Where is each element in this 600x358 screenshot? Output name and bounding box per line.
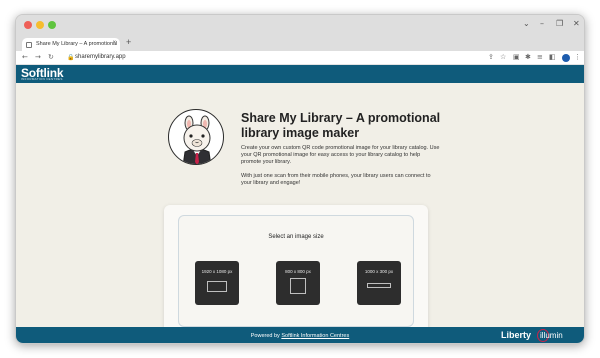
page-title: Share My Library – A promotional library… [241,111,441,140]
size-option-1000x300[interactable]: 1000 x 300 px [357,261,401,305]
media-icon[interactable]: ≡ [537,53,543,61]
intro-paragraph: Create your own custom QR code promotion… [241,145,440,165]
size-option-1920x1080[interactable]: 1920 x 1080 px [195,261,239,305]
back-icon[interactable]: ← [22,53,28,61]
minimize-window-button[interactable] [36,21,44,29]
forward-icon[interactable]: → [35,53,41,61]
title-bar: ⌄ – ❐ ✕ [16,15,584,37]
reload-icon[interactable]: ↻ [48,53,54,61]
lock-icon[interactable]: 🔒 [67,54,74,61]
tab-strip: Share My Library – A promotional × + [16,37,584,52]
logo-subtitle: INFORMATION CENTRES [21,77,63,81]
size-selector-card: Select an image size 1920 x 1080 px 800 … [164,205,428,341]
tab-close-icon[interactable]: × [112,40,116,46]
illumin-logo: illumin [540,331,563,340]
address-bar[interactable]: sharemylibrary.app [75,54,126,60]
new-tab-icon[interactable]: + [126,37,131,47]
close-icon[interactable]: ✕ [573,19,580,28]
bookmark-star-icon[interactable]: ☆ [500,53,506,61]
browser-window: ⌄ – ❐ ✕ Share My Library – A promotional… [15,14,585,344]
softlink-link[interactable]: Softlink Information Centres [281,333,349,339]
site-header: Softlink INFORMATION CENTRES [16,65,584,83]
minimize-icon[interactable]: – [540,19,544,28]
menu-kebab-icon[interactable]: ⋮ [574,53,581,61]
size-selector-panel: Select an image size 1920 x 1080 px 800 … [178,215,414,327]
size-option-label: 1920 x 1080 px [201,269,233,274]
favicon-icon [26,42,32,48]
size-option-label: 800 x 800 px [285,269,311,274]
select-size-heading: Select an image size [268,234,324,240]
browser-toolbar: ← → ↻ 🔒 sharemylibrary.app ⇪ ☆ ▣ ✱ ≡ ◧ ⋮ [16,51,584,65]
maximize-window-button[interactable] [48,21,56,29]
tab-title: Share My Library – A promotional [36,41,118,47]
puzzle-icon[interactable]: ✱ [525,53,531,61]
powered-by-label: Powered by [250,333,282,339]
profile-avatar[interactable] [562,54,570,62]
tab-search-icon[interactable]: ⌄ [523,19,530,28]
alpaca-mascot-icon [168,109,224,165]
banner-frame-icon [367,283,391,288]
restore-icon[interactable]: ❐ [556,19,563,28]
extension-icon[interactable]: ▣ [513,53,520,61]
size-option-label: 1000 x 300 px [364,269,394,274]
square-frame-icon [290,278,306,294]
main-content: Share My Library – A promotional library… [16,83,584,341]
site-footer: Powered by Softlink Information Centres … [16,327,584,343]
size-option-800x800[interactable]: 800 x 800 px [276,261,320,305]
side-panel-icon[interactable]: ◧ [549,53,556,61]
powered-by-text: Powered by Softlink Information Centres [16,333,584,339]
share-icon[interactable]: ⇪ [488,53,494,61]
browser-tab[interactable]: Share My Library – A promotional × [22,38,120,52]
close-window-button[interactable] [24,21,32,29]
engage-paragraph: With just one scan from their mobile pho… [241,173,431,186]
liberty-logo: Liberty [501,330,532,340]
landscape-frame-icon [207,281,227,292]
